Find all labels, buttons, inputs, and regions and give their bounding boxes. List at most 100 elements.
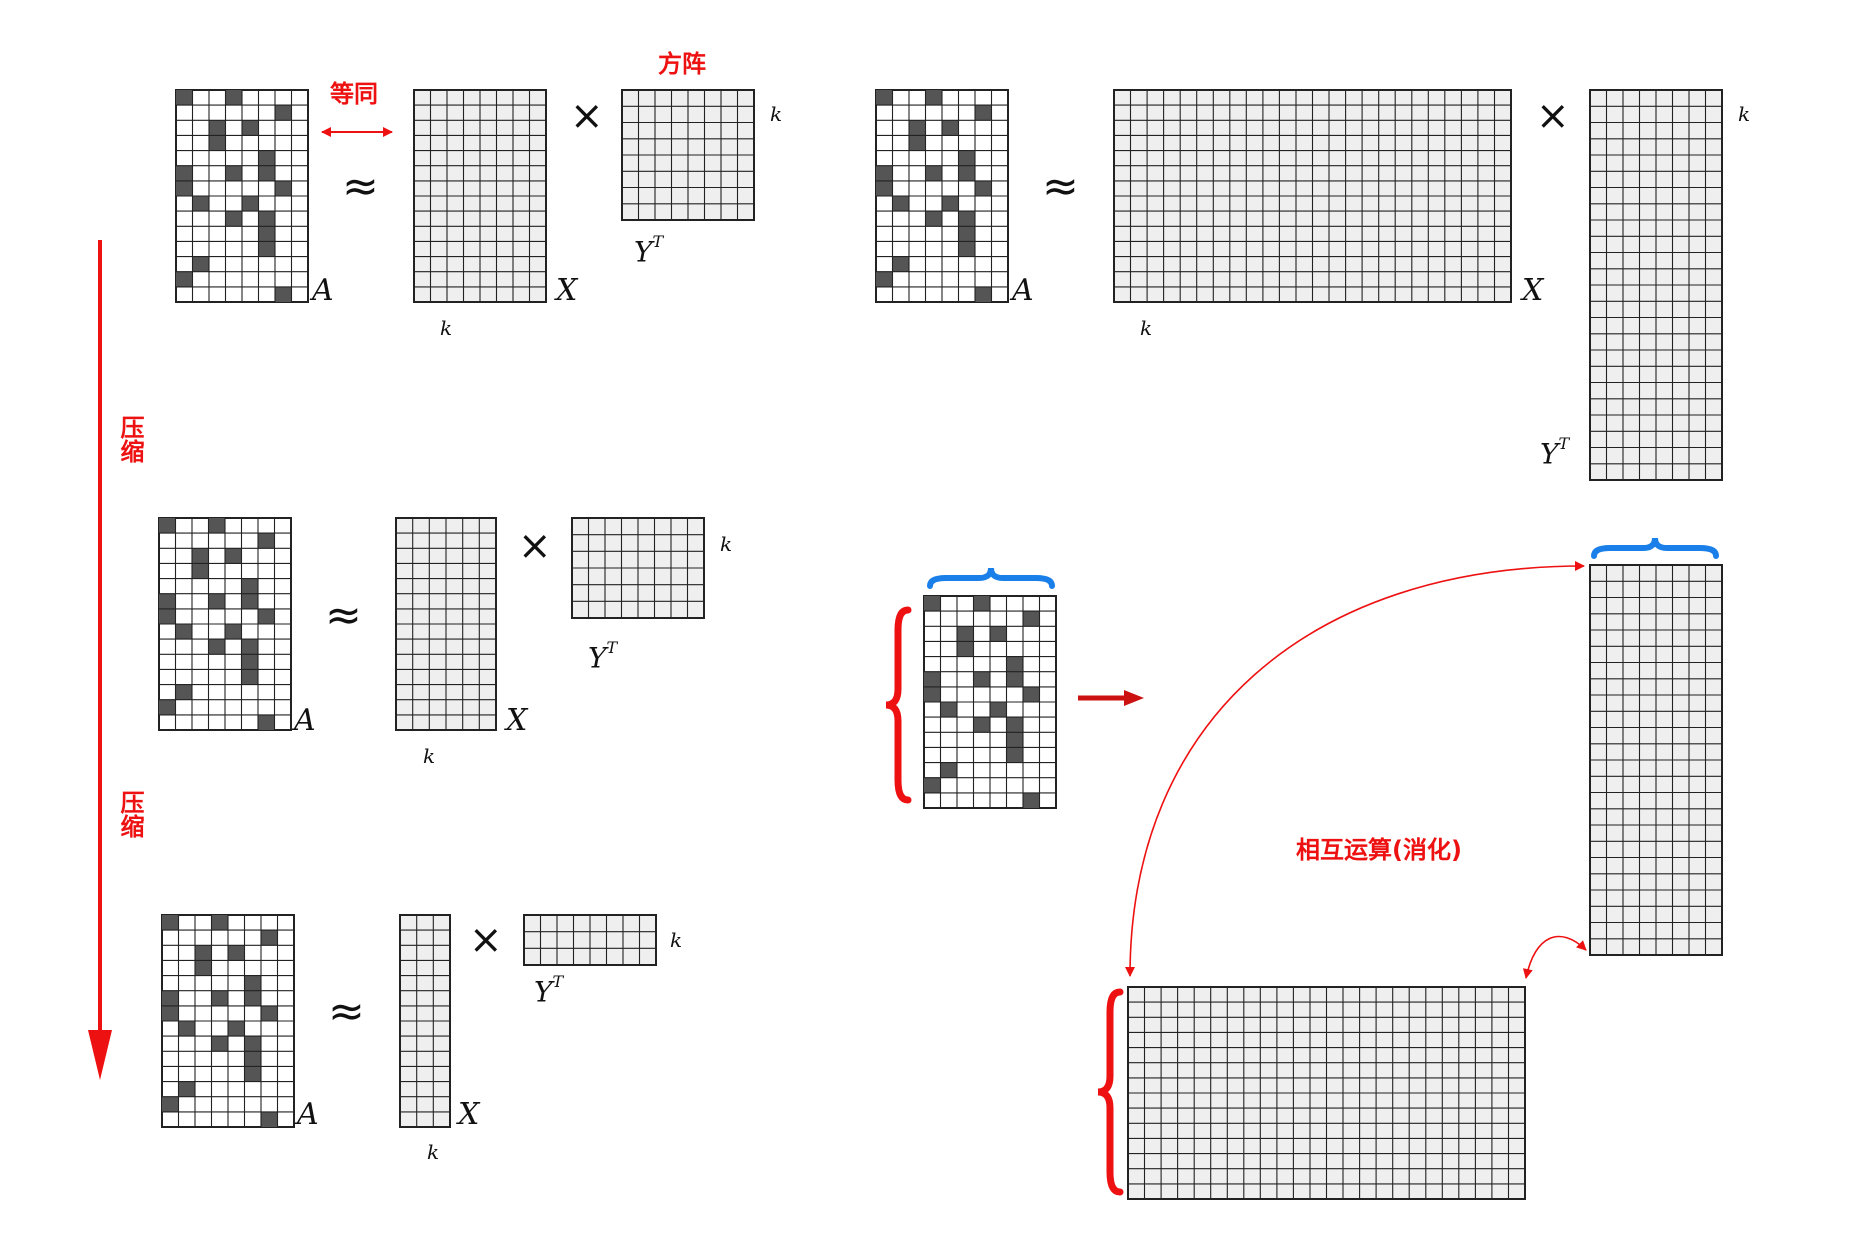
filled-cell [175,684,192,700]
filled-cell [241,578,258,594]
label-k: k [670,928,683,952]
label-A: A [312,273,334,308]
matrix-X [1127,986,1526,1200]
matrix-A [158,517,292,731]
filled-cell [258,533,275,549]
label-X: X [1522,273,1544,308]
filled-cell [973,717,990,733]
filled-cell [258,150,275,166]
red-brace [1097,988,1124,1196]
filled-cell [876,180,893,196]
approx-symbol: ≈ [328,986,365,1037]
times-symbol: × [1536,93,1570,139]
times-symbol: × [518,523,552,569]
filled-cell [159,518,176,534]
matrix-X [413,89,547,303]
label-k: k [423,744,436,768]
filled-cell [958,226,975,242]
diagram-canvas: A ≈ X k × k YT 等同 方阵 压缩 压缩 A ≈ X k × k Y… [0,0,1867,1254]
label-k: k [720,532,733,556]
blue-brace [927,567,1055,589]
filled-cell [892,256,909,272]
filled-cell [225,211,242,227]
filled-cell [958,241,975,257]
small-connector-arrow [1522,935,1587,979]
matrix-A [875,89,1009,303]
filled-cell [225,165,242,181]
approx-symbol: ≈ [1042,161,1079,212]
filled-cell [940,702,957,718]
filled-cell [261,930,278,946]
label-k: k [427,1140,440,1164]
filled-cell [258,226,275,242]
times-symbol: × [570,93,604,139]
label-X: X [506,703,528,738]
filled-cell [159,593,176,609]
filled-cell [275,105,292,121]
label-Y-transpose: YT [534,972,564,1009]
filled-cell [990,702,1007,718]
filled-cell [1023,792,1040,808]
filled-cell [209,120,226,136]
filled-cell [1006,656,1023,672]
filled-cell [1006,671,1023,687]
filled-cell [241,669,258,685]
annotation-equivalent: 等同 [330,80,378,108]
filled-cell [244,1036,261,1052]
filled-cell [925,90,942,106]
mutual-connector-arrow [1125,561,1585,977]
annotation-square-matrix: 方阵 [658,50,706,78]
filled-cell [225,548,242,564]
filled-cell [958,165,975,181]
filled-cell [1006,747,1023,763]
label-k: k [1738,102,1751,126]
filled-cell [892,196,909,212]
filled-cell [242,120,259,136]
compress-arrowhead [88,1030,112,1080]
filled-cell [192,548,209,564]
filled-cell [261,1005,278,1021]
filled-cell [261,1111,278,1127]
matrix-A [175,89,309,303]
filled-cell [990,626,1007,642]
filled-cell [973,671,990,687]
label-k: k [1140,316,1153,340]
matrix-X [399,914,451,1128]
filled-cell [876,165,893,181]
approx-symbol: ≈ [342,161,379,212]
transform-arrowhead [1124,690,1144,706]
matrix-X [1113,89,1512,303]
filled-cell [176,165,193,181]
filled-cell [244,990,261,1006]
filled-cell [176,90,193,106]
filled-cell [924,671,941,687]
filled-cell [876,271,893,287]
matrix-Y-transpose [1589,89,1723,481]
annotation-compress: 压缩 [116,415,144,463]
label-X: X [458,1097,480,1132]
filled-cell [162,1005,179,1021]
filled-cell [244,1051,261,1067]
filled-cell [211,1036,228,1052]
filled-cell [244,1066,261,1082]
filled-cell [940,762,957,778]
filled-cell [1023,611,1040,627]
filled-cell [241,593,258,609]
filled-cell [162,990,179,1006]
filled-cell [162,915,179,931]
filled-cell [228,1021,245,1037]
filled-cell [244,975,261,991]
filled-cell [208,639,225,655]
label-A: A [294,703,316,738]
filled-cell [211,990,228,1006]
annotation-mutual-cancellation: 相互运算(消化) [1296,836,1462,864]
filled-cell [159,608,176,624]
filled-cell [258,211,275,227]
label-k: k [440,316,453,340]
label-Y-transpose: YT [1540,434,1570,471]
matrix-A [161,914,295,1128]
annotation-compress: 压缩 [116,790,144,838]
filled-cell [208,518,225,534]
filled-cell [242,196,259,212]
filled-cell [1006,732,1023,748]
